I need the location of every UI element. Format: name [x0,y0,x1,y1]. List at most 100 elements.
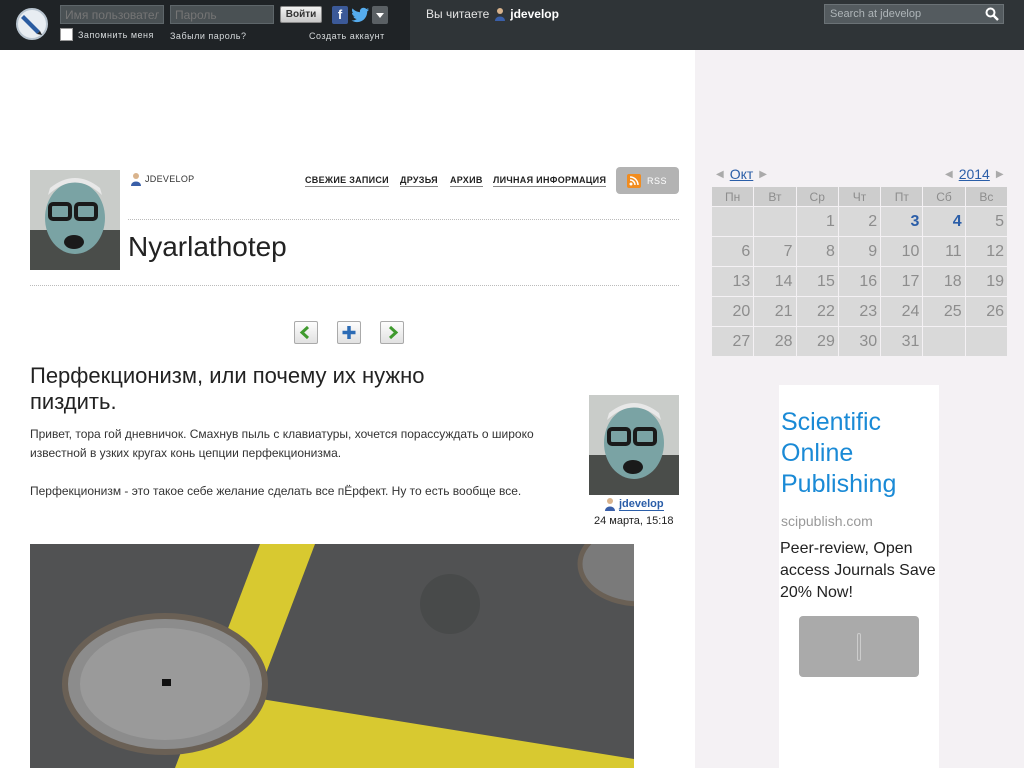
remember-me[interactable]: Запомнить меня [60,28,154,41]
calendar-week: 13 14 15 16 17 18 19 [712,267,1007,296]
ad-button[interactable] [799,616,919,677]
calendar-day: 19 [965,267,1007,296]
arrow-left-icon [299,325,310,340]
calendar-day: 27 [712,327,754,356]
ad-text: Peer-review, Open access Journals Save 2… [780,540,936,601]
calendar-grid: Пн Вт Ср Чт Пт Сб Вс 1 2 3 4 5 6 7 8 9 10 11 12 13 14 15 16 17… [711,186,1008,357]
prev-year-icon[interactable]: ◀ [945,169,953,180]
next-month-icon[interactable]: ▶ [759,169,767,180]
top-bar: Войти f Запомнить меня Забыли пароль? Со… [0,0,1024,50]
nav-recent-entries[interactable]: СВЕЖИЕ ЗАПИСИ [305,175,389,187]
search-icon[interactable] [985,7,999,21]
calendar-day: 5 [965,207,1007,236]
calendar-day: 26 [965,297,1007,326]
calendar-day: 9 [838,237,881,266]
calendar-day: 11 [923,237,965,266]
post-date: 24 марта, 15:18 [594,515,674,527]
create-account-link[interactable]: Создать аккаунт [309,31,385,41]
post-title[interactable]: Перфекционизм, или почему их нужно пизди… [30,363,510,415]
calendar-day: 28 [754,327,796,356]
weekday-header: Пт [881,187,923,206]
plus-icon [342,326,356,339]
calendar-day: 18 [923,267,965,296]
login-button[interactable]: Войти [280,6,322,23]
weekday-header: Ср [796,187,838,206]
prev-month-icon[interactable]: ◀ [716,169,724,180]
calendar-day [712,207,754,236]
post-author-link[interactable]: jdevelop [603,497,664,511]
reading-indicator: Вы читаете jdevelop [426,7,559,21]
weekday-header: Вс [965,187,1007,206]
next-entry-button[interactable] [380,321,404,344]
calendar-day: 22 [796,297,838,326]
calendar-week: 12345 [712,207,1007,236]
post-author-name: jdevelop [619,497,664,511]
journal-avatar[interactable] [30,170,120,270]
post-paragraph: Перфекционизм - это такое себе желание с… [30,484,522,498]
journal-title[interactable]: Nyarlathotep [128,231,287,263]
calendar-year[interactable]: 2014 [959,166,990,182]
login-panel: Войти f Запомнить меня Забыли пароль? Со… [0,0,410,50]
calendar-day[interactable]: 3 [881,207,923,236]
calendar-day [965,327,1007,356]
calendar-year-nav: ◀ 2014 ▶ [945,166,1004,182]
weekday-header: Чт [838,187,881,206]
nav-profile[interactable]: ЛИЧНАЯ ИНФОРМАЦИЯ [493,175,607,187]
facebook-icon[interactable]: f [332,6,348,24]
calendar-day[interactable]: 4 [923,207,965,236]
journal-user-link[interactable]: JDEVELOP [129,172,194,186]
calendar-days: 1 2 3 4 5 6 7 8 9 10 11 12 13 14 15 16 17 18 19 20 21 22 23 24 2… [712,207,1007,356]
calendar-day: 24 [881,297,923,326]
advertisement[interactable]: Scientific Online Publishing scipublish.… [779,385,939,768]
calendar-weekdays: Пн Вт Ср Чт Пт Сб Вс [712,187,1007,206]
previous-entry-button[interactable] [294,321,318,344]
weekday-header: Вт [754,187,796,206]
calendar-month[interactable]: Окт [730,166,754,182]
calendar-day: 8 [796,237,838,266]
rss-button[interactable]: RSS [616,167,679,194]
username-input[interactable] [60,5,164,24]
next-year-icon[interactable]: ▶ [996,169,1004,180]
calendar-day: 25 [923,297,965,326]
calendar-day [923,327,965,356]
ad-title[interactable]: Scientific Online Publishing [781,407,937,500]
calendar-day [754,207,796,236]
calendar-day: 14 [754,267,796,296]
forgot-password-link[interactable]: Забыли пароль? [170,31,246,41]
divider [30,285,679,286]
add-entry-button[interactable] [337,321,361,344]
user-icon [605,498,615,511]
search-placeholder: Search at jdevelop [830,8,922,20]
journal-user-label: JDEVELOP [145,174,195,184]
reading-label: Вы читаете [426,7,490,21]
post-image[interactable] [30,544,634,768]
calendar-day: 13 [712,267,754,296]
calendar-day: 17 [881,267,923,296]
share-dropdown[interactable] [372,6,388,24]
calendar-day: 29 [796,327,838,356]
chevron-down-icon [376,13,384,18]
post-paragraph: Привет, тора гой дневничок. Смахнув пыль… [30,427,534,460]
arrow-right-icon [388,325,399,340]
ad-url[interactable]: scipublish.com [781,513,873,529]
livejournal-logo-icon[interactable] [15,7,49,41]
calendar-day: 20 [712,297,754,326]
calendar-day: 30 [838,327,881,356]
user-icon [131,173,141,186]
calendar-day: 2 [838,207,881,236]
twitter-icon[interactable] [350,6,370,24]
calendar-week: 6 7 8 9 10 11 12 [712,237,1007,266]
post-body: Привет, тора гой дневничок. Смахнув пыль… [30,425,580,501]
rss-label: RSS [647,175,668,186]
remember-checkbox[interactable] [60,28,73,41]
calendar-week: 20 21 22 23 24 25 26 [712,297,1007,326]
post-author-avatar[interactable] [589,395,679,495]
ad-button-icon [857,633,861,661]
weekday-header: Сб [923,187,965,206]
nav-archive[interactable]: АРХИВ [450,175,483,187]
password-input[interactable] [170,5,274,24]
search-field[interactable]: Search at jdevelop [824,4,1004,24]
nav-friends[interactable]: ДРУЗЬЯ [400,175,438,187]
calendar-day: 6 [712,237,754,266]
reading-user-link[interactable]: jdevelop [510,7,559,21]
